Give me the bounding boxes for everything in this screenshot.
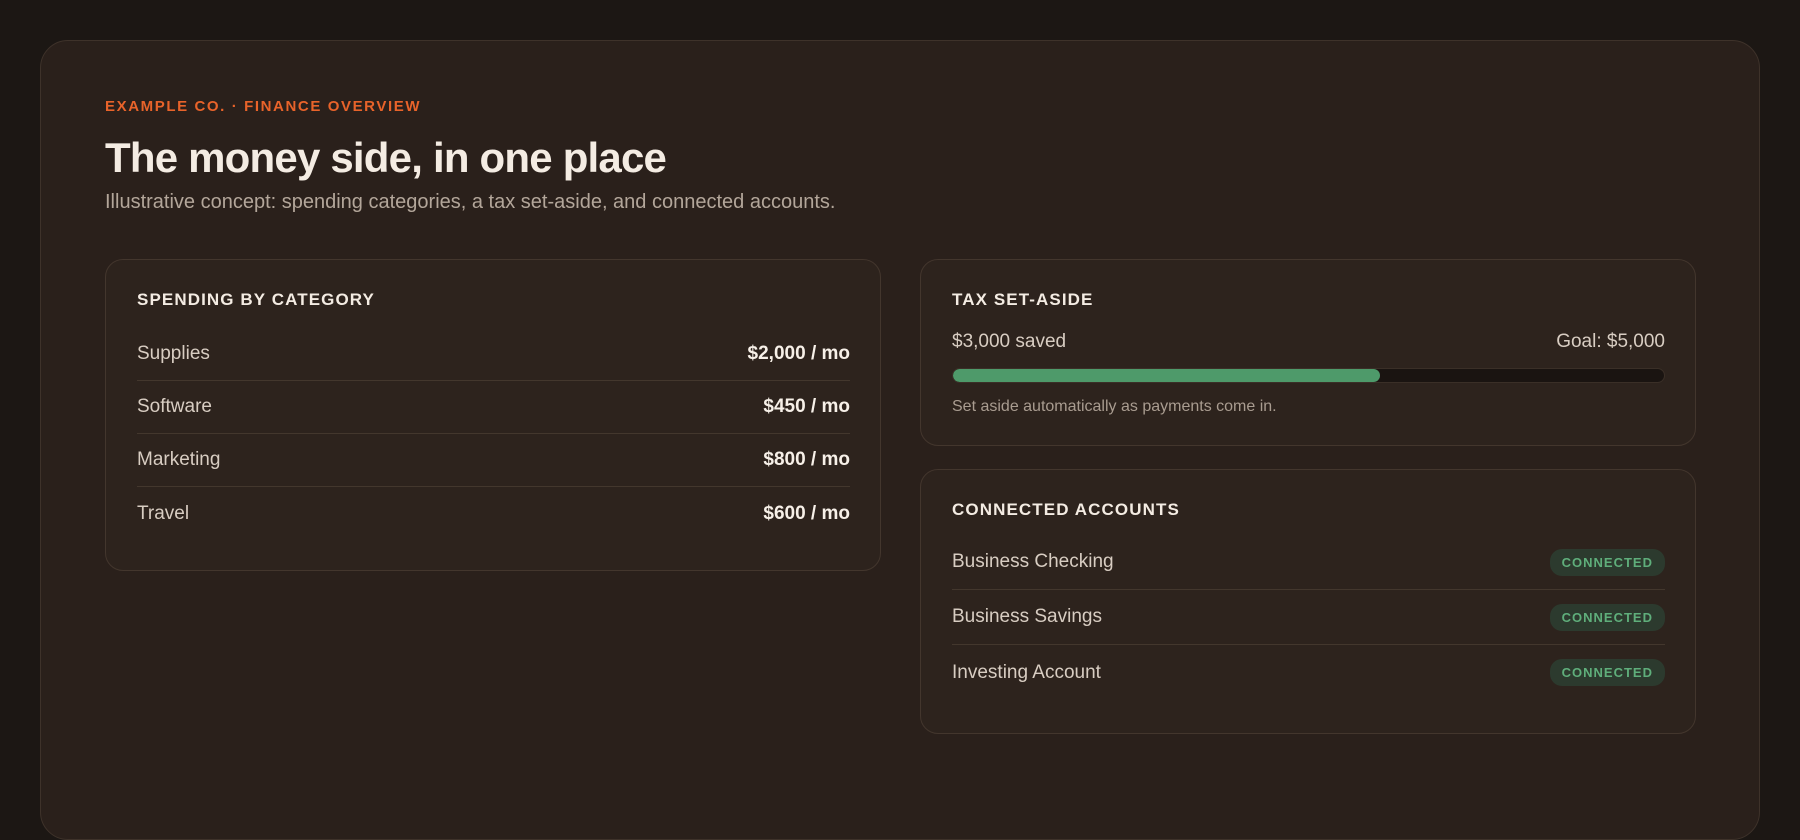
spending-card-title: SPENDING BY CATEGORY: [137, 290, 375, 309]
spending-row-marketing: Marketing $800 / mo: [137, 434, 850, 487]
connected-status-badge: CONNECTED: [1549, 548, 1665, 576]
tax-progress-bar: [952, 368, 1665, 383]
spending-category-label: Supplies: [137, 343, 210, 364]
account-row-business-savings[interactable]: Business Savings CONNECTED: [952, 590, 1665, 645]
eyebrow-label: EXAMPLE CO. · FINANCE OVERVIEW: [105, 98, 422, 115]
spending-row-software: Software $450 / mo: [137, 381, 850, 434]
tax-card-title: TAX SET-ASIDE: [952, 290, 1094, 309]
account-name: Business Savings: [952, 606, 1102, 627]
tax-note: Set aside automatically as payments come…: [952, 398, 1277, 415]
tax-progress-fill: [953, 369, 1380, 382]
spending-category-label: Software: [137, 396, 212, 417]
account-name: Business Checking: [952, 551, 1114, 572]
tax-goal-amount: Goal: $5,000: [1556, 331, 1665, 352]
spending-amount: $800 / mo: [763, 449, 850, 470]
spending-row-supplies: Supplies $2,000 / mo: [137, 328, 850, 381]
page-title: The money side, in one place: [105, 134, 667, 181]
page-subtitle: Illustrative concept: spending categorie…: [105, 191, 836, 213]
spending-row-travel: Travel $600 / mo: [137, 487, 850, 540]
spending-category-label: Marketing: [137, 449, 221, 470]
tax-set-aside-card: TAX SET-ASIDE $3,000 saved Goal: $5,000 …: [920, 259, 1696, 446]
spending-list: Supplies $2,000 / mo Software $450 / mo …: [137, 328, 850, 540]
spending-amount: $600 / mo: [763, 502, 850, 524]
accounts-card-title: CONNECTED ACCOUNTS: [952, 500, 1180, 519]
spending-amount: $2,000 / mo: [747, 343, 850, 364]
spending-category-label: Travel: [137, 502, 190, 524]
finance-overview-panel: EXAMPLE CO. · FINANCE OVERVIEW The money…: [40, 40, 1760, 840]
connected-accounts-card: CONNECTED ACCOUNTS Business Checking CON…: [920, 469, 1696, 734]
account-name: Investing Account: [952, 661, 1101, 683]
spending-amount: $450 / mo: [763, 396, 850, 417]
accounts-list: Business Checking CONNECTED Business Sav…: [952, 535, 1665, 700]
connected-status-badge: CONNECTED: [1549, 659, 1665, 686]
account-row-business-checking[interactable]: Business Checking CONNECTED: [952, 535, 1665, 590]
account-row-investing-account[interactable]: Investing Account CONNECTED: [952, 645, 1665, 700]
connected-status-badge: CONNECTED: [1549, 603, 1665, 631]
tax-progress-header: $3,000 saved Goal: $5,000: [952, 331, 1665, 353]
spending-card: SPENDING BY CATEGORY Supplies $2,000 / m…: [105, 259, 881, 571]
tax-saved-amount: $3,000 saved: [952, 331, 1067, 352]
